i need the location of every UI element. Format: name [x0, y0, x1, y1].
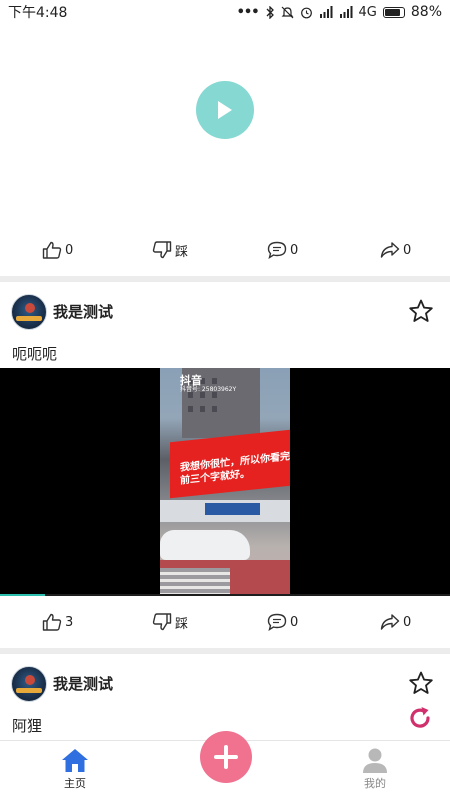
like-button[interactable]: 3	[42, 596, 73, 648]
action-bar: 0 踩 0 0	[0, 224, 450, 276]
window-graphic	[188, 406, 193, 412]
signal-icon-2	[339, 6, 353, 18]
divider	[0, 648, 450, 654]
window-graphic	[200, 406, 205, 412]
crosswalk-graphic	[160, 568, 230, 596]
status-icons: ••• 4G 88%	[237, 4, 442, 20]
comment-button[interactable]: 0	[267, 224, 298, 276]
post-header: 我是测试	[0, 666, 450, 714]
user-icon	[363, 748, 387, 773]
status-bar: 下午4:48 ••• 4G 88%	[0, 0, 450, 24]
plus-icon	[214, 745, 238, 769]
network-type: 4G	[358, 4, 377, 20]
post-header: 我是测试	[0, 294, 450, 342]
comment-count: 0	[290, 242, 299, 258]
comment-button[interactable]: 0	[267, 596, 298, 648]
mute-bell-icon	[281, 6, 293, 18]
like-count: 3	[65, 614, 74, 630]
dislike-button[interactable]: 踩	[152, 224, 188, 276]
avatar[interactable]	[11, 294, 47, 330]
thumbs-down-icon	[152, 241, 172, 259]
like-count: 0	[65, 242, 74, 258]
tab-mine-label: 我的	[364, 777, 386, 790]
signal-icon	[319, 6, 333, 18]
thumbs-up-icon	[42, 613, 62, 631]
refresh-icon[interactable]	[406, 704, 434, 732]
car-graphic	[160, 530, 250, 560]
share-count: 0	[403, 614, 412, 630]
share-count: 0	[403, 242, 412, 258]
tab-mine[interactable]: 我的	[335, 747, 415, 791]
dislike-label: 踩	[175, 616, 189, 632]
add-post-button[interactable]	[200, 731, 252, 783]
battery-icon	[382, 6, 405, 18]
battery-percent: 88%	[410, 4, 442, 20]
like-button[interactable]: 0	[42, 224, 73, 276]
comment-icon	[267, 613, 287, 631]
post-video[interactable]: 我想你很忙，所以你看完前三个字就好。 抖音 抖音号: 25803962Y	[0, 368, 450, 596]
dislike-button[interactable]: 踩	[152, 596, 188, 648]
play-button[interactable]	[196, 81, 254, 139]
alarm-icon	[300, 7, 312, 18]
status-time: 下午4:48	[8, 5, 68, 21]
post-text: 呃呃呃	[12, 345, 58, 363]
feed[interactable]: 0 踩 0 0 我是测试 呃呃呃 我想你很忙，所以你看完前三个字就好。 抖音 抖…	[0, 24, 450, 740]
bluetooth-icon	[266, 5, 274, 19]
share-icon	[380, 242, 400, 258]
star-icon[interactable]	[408, 670, 434, 696]
avatar[interactable]	[11, 666, 47, 702]
comment-count: 0	[290, 614, 299, 630]
post-text: 阿狸	[12, 717, 43, 735]
dislike-label: 踩	[175, 244, 189, 260]
tab-home[interactable]: 主页	[35, 747, 115, 791]
more-dots-icon: •••	[236, 4, 260, 20]
action-bar: 3 踩 0 0	[0, 596, 450, 648]
share-button[interactable]: 0	[380, 224, 411, 276]
tab-home-label: 主页	[64, 777, 86, 790]
window-graphic	[212, 406, 217, 412]
divider	[0, 276, 450, 282]
comment-icon	[267, 241, 287, 259]
username[interactable]: 我是测试	[53, 673, 113, 694]
watermark-id: 抖音号: 25803962Y	[180, 386, 237, 393]
thumbs-up-icon	[42, 241, 62, 259]
video-thumbnail: 我想你很忙，所以你看完前三个字就好。 抖音 抖音号: 25803962Y	[160, 368, 290, 596]
star-icon[interactable]	[408, 298, 434, 324]
username[interactable]: 我是测试	[53, 301, 113, 322]
share-button[interactable]: 0	[380, 596, 411, 648]
play-icon	[218, 101, 232, 119]
store-sign-graphic	[205, 503, 260, 515]
share-icon	[380, 614, 400, 630]
video-player[interactable]	[0, 24, 450, 224]
bottom-tab-bar: 主页 我的	[0, 731, 450, 800]
thumbs-down-icon	[152, 613, 172, 631]
home-icon	[62, 749, 88, 772]
